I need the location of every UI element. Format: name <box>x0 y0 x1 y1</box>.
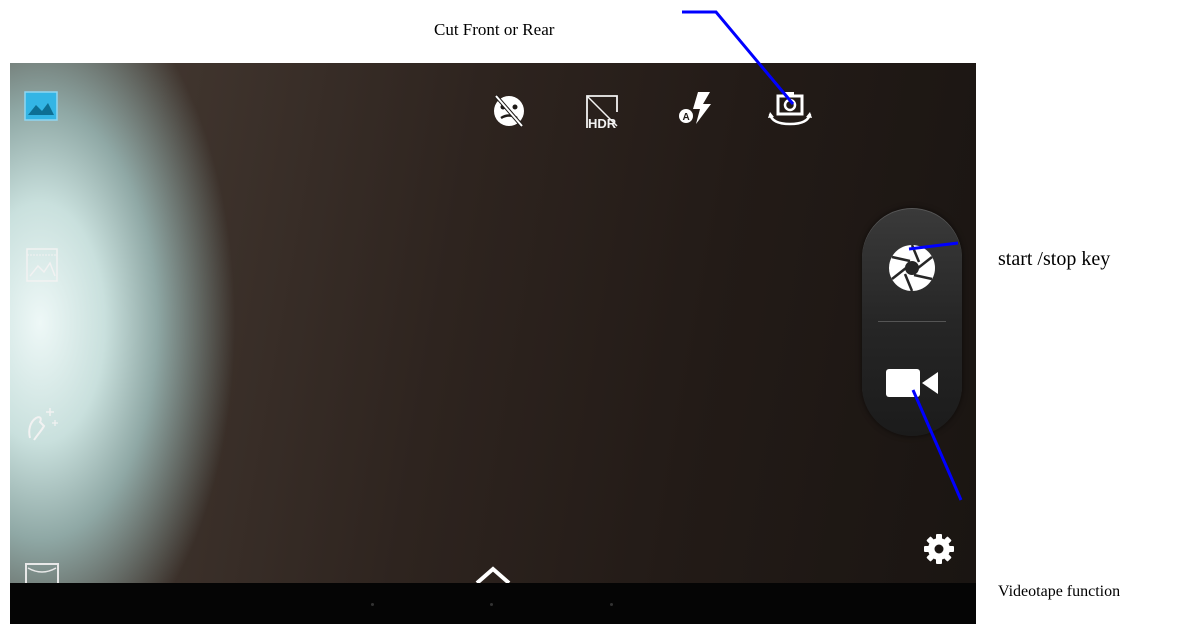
svg-text:HDR: HDR <box>588 116 617 131</box>
flash-auto-icon[interactable]: A <box>676 88 716 128</box>
scene-mode-icon[interactable] <box>24 562 60 583</box>
panorama-icon[interactable] <box>26 248 58 282</box>
face-detect-off-icon[interactable] <box>490 92 528 130</box>
nav-dot[interactable] <box>490 603 493 606</box>
shutter-button[interactable] <box>882 240 942 296</box>
video-camera-icon <box>886 369 938 397</box>
videotape-label: Videotape function <box>998 583 1121 600</box>
nav-dot[interactable] <box>610 603 613 606</box>
nav-dot[interactable] <box>371 603 374 606</box>
switch-camera-icon[interactable] <box>766 88 816 130</box>
shutter-icon <box>889 244 935 292</box>
camera-viewfinder[interactable] <box>10 63 976 583</box>
start-stop-label: start /stop key <box>998 248 1111 270</box>
hdr-icon[interactable]: HDR <box>581 92 623 132</box>
cut-front-rear-label: Cut Front or Rear <box>434 20 555 39</box>
panel-divider <box>878 321 946 322</box>
gear-icon[interactable] <box>921 531 957 567</box>
gallery-icon[interactable] <box>24 91 58 121</box>
svg-text:A: A <box>683 112 690 123</box>
face-beauty-icon[interactable] <box>22 404 62 444</box>
video-record-button[interactable] <box>882 360 942 406</box>
navigation-bar <box>10 583 976 624</box>
